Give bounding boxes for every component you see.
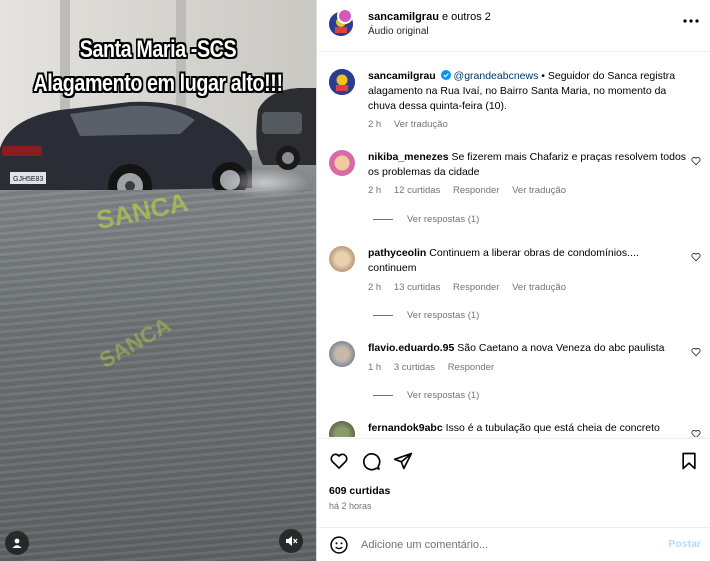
comment-meta: 2 h 12 curtidas Responder Ver tradução <box>368 185 576 196</box>
audio-label[interactable]: Áudio original <box>368 26 429 37</box>
caption-mention[interactable]: @grandeabcnews <box>454 70 539 82</box>
user-tag-icon <box>12 538 22 548</box>
heart-icon[interactable] <box>329 451 349 471</box>
caption-meta: 2 h Ver tradução <box>368 119 458 130</box>
comments-list[interactable]: sancamilgrau @grandeabcnews • Seguidor d… <box>317 53 710 437</box>
comment-time: 2 h <box>368 185 382 196</box>
replies-divider <box>373 218 393 220</box>
view-replies-label[interactable]: Ver respostas (1) <box>407 214 479 225</box>
mute-icon <box>286 536 298 546</box>
comment-body: São Caetano a nova Veneza do abc paulist… <box>457 342 665 354</box>
comment-time: 2 h <box>368 282 382 293</box>
comment-composer: Postar <box>317 527 710 561</box>
water-splash <box>220 168 310 198</box>
comment-likes[interactable]: 12 curtidas <box>394 185 440 196</box>
commenter-avatar[interactable] <box>329 421 355 437</box>
comment-time: 1 h <box>368 362 382 373</box>
comment-like-icon[interactable] <box>691 347 701 357</box>
comment-body: Isso é a tubulação que está cheia de con… <box>445 422 660 434</box>
view-replies[interactable]: Ver respostas (1) <box>373 214 479 225</box>
like-count[interactable]: 609 curtidas <box>329 485 390 497</box>
author-username[interactable]: sancamilgrau <box>368 11 439 23</box>
caption-username[interactable]: sancamilgrau <box>368 70 436 82</box>
comment-meta: 1 h 3 curtidas Responder <box>368 362 504 373</box>
author-avatar[interactable] <box>329 69 355 95</box>
more-icon <box>683 19 699 23</box>
post-details-panel: sancamilgrau e outros 2 Áudio original s… <box>316 0 710 561</box>
emoji-icon[interactable] <box>329 535 349 555</box>
comment-username[interactable]: flavio.eduardo.95 <box>368 342 454 354</box>
comment-meta: 2 h 13 curtidas Responder Ver tradução <box>368 282 576 293</box>
license-plate-text: GJH5E83 <box>13 176 43 183</box>
comment-username[interactable]: pathyceolin <box>368 247 426 259</box>
comment-icon[interactable] <box>361 451 381 471</box>
share-icon[interactable] <box>393 451 413 471</box>
post-header: sancamilgrau e outros 2 Áudio original <box>317 0 710 52</box>
comment-text: nikiba_menezes Se fizerem mais Chafariz … <box>368 150 688 180</box>
caption-time: 2 h <box>368 119 382 130</box>
comment-text: flavio.eduardo.95 São Caetano a nova Ven… <box>368 341 688 356</box>
comment-like-icon[interactable] <box>691 156 701 166</box>
post-time[interactable]: há 2 horas <box>329 501 372 511</box>
post-actions <box>317 438 710 478</box>
bookmark-icon[interactable] <box>679 451 699 471</box>
post-button[interactable]: Postar <box>668 538 701 550</box>
more-options-button[interactable] <box>683 14 699 24</box>
replies-divider <box>373 314 393 316</box>
comment-input[interactable] <box>361 536 661 554</box>
post-modal: GJH5E83 Santa Maria -SCS Alagamento em l… <box>0 0 710 561</box>
comment-text: fernandok9abc Isso é a tubulação que est… <box>368 421 688 436</box>
view-replies-label[interactable]: Ver respostas (1) <box>407 310 479 321</box>
user-tag-button[interactable] <box>5 531 29 555</box>
video-title-line-1: Santa Maria -SCS <box>79 36 237 63</box>
comment-username[interactable]: fernandok9abc <box>368 422 443 434</box>
commenter-avatar[interactable] <box>329 150 355 176</box>
translate-link[interactable]: Ver tradução <box>512 282 566 293</box>
reply-button[interactable]: Responder <box>453 185 499 196</box>
comment-likes[interactable]: 13 curtidas <box>394 282 440 293</box>
comment-username[interactable]: nikiba_menezes <box>368 151 449 163</box>
caption-text: sancamilgrau @grandeabcnews • Seguidor d… <box>368 69 688 114</box>
view-replies[interactable]: Ver respostas (1) <box>373 390 479 401</box>
flood-water <box>0 190 316 561</box>
comment-like-icon[interactable] <box>691 429 701 437</box>
video-title-line-2: Alagamento em lugar alto!!! <box>33 70 283 97</box>
commenter-avatar[interactable] <box>329 341 355 367</box>
post-author[interactable]: sancamilgrau e outros 2 <box>368 11 491 23</box>
comment-likes[interactable]: 3 curtidas <box>394 362 435 373</box>
mute-button[interactable] <box>279 529 303 553</box>
translate-link[interactable]: Ver tradução <box>394 119 448 130</box>
translate-link[interactable]: Ver tradução <box>512 185 566 196</box>
view-replies-label[interactable]: Ver respostas (1) <box>407 390 479 401</box>
reply-button[interactable]: Responder <box>453 282 499 293</box>
comment-like-icon[interactable] <box>691 252 701 262</box>
commenter-avatar[interactable] <box>329 246 355 272</box>
verified-icon <box>440 70 451 80</box>
coauthor-avatar[interactable] <box>337 8 353 24</box>
reply-button[interactable]: Responder <box>448 362 494 373</box>
post-video[interactable]: GJH5E83 Santa Maria -SCS Alagamento em l… <box>0 0 316 561</box>
coauthors-link[interactable]: e outros 2 <box>442 11 491 23</box>
view-replies[interactable]: Ver respostas (1) <box>373 310 479 321</box>
replies-divider <box>373 394 393 396</box>
comment-text: pathyceolin Continuem a liberar obras de… <box>368 246 688 276</box>
